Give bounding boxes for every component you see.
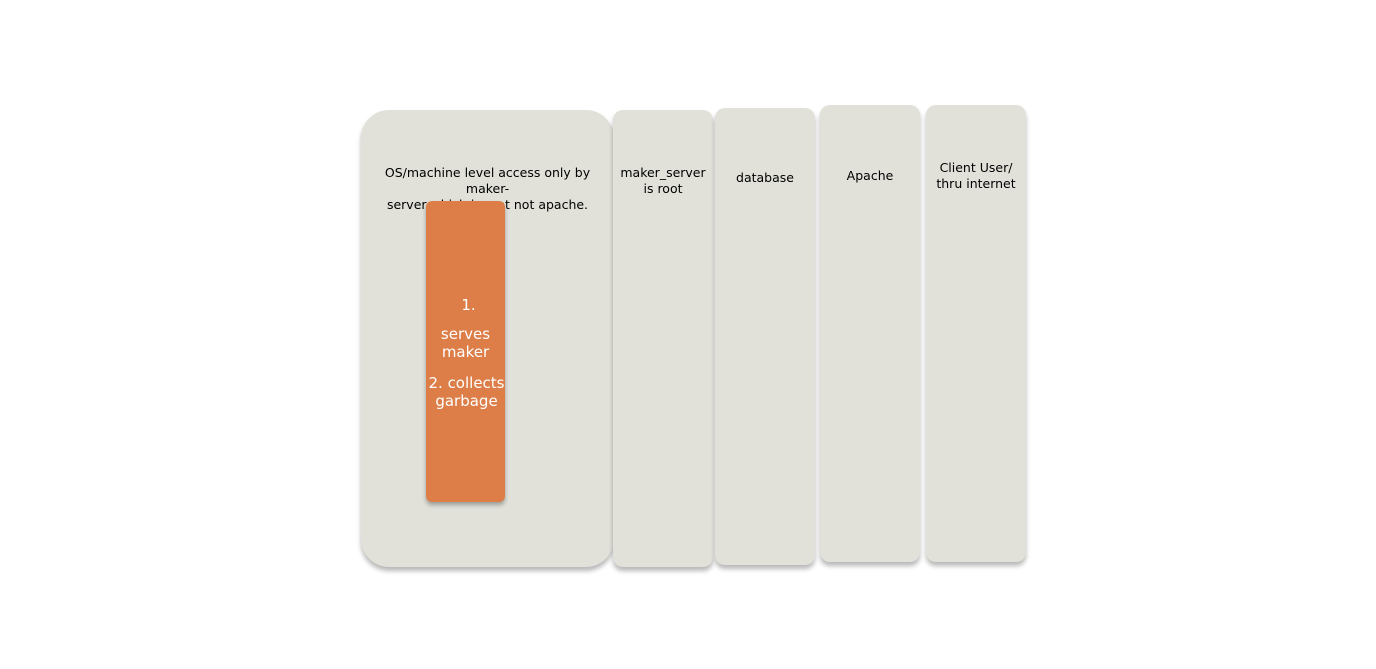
database-panel: database [715,108,815,565]
client-user-panel: Client User/ thru internet [926,105,1026,562]
diagram-canvas: OS/machine level access only by maker- s… [0,0,1376,669]
client-user-label: Client User/ thru internet [936,160,1016,191]
maker-server-label: maker_server is root [620,165,706,196]
maker-server-process-box: 1. serves maker 2. collects garbage [426,201,505,502]
process-step-2-text: 2. collects garbage [428,374,505,410]
apache-panel: Apache [820,105,920,562]
apache-label: Apache [846,168,894,183]
process-step-1-text: serves maker [440,325,491,361]
process-step-1-number: 1. [461,296,476,314]
maker-server-panel: maker_server is root [613,110,713,567]
database-label: database [736,170,794,185]
